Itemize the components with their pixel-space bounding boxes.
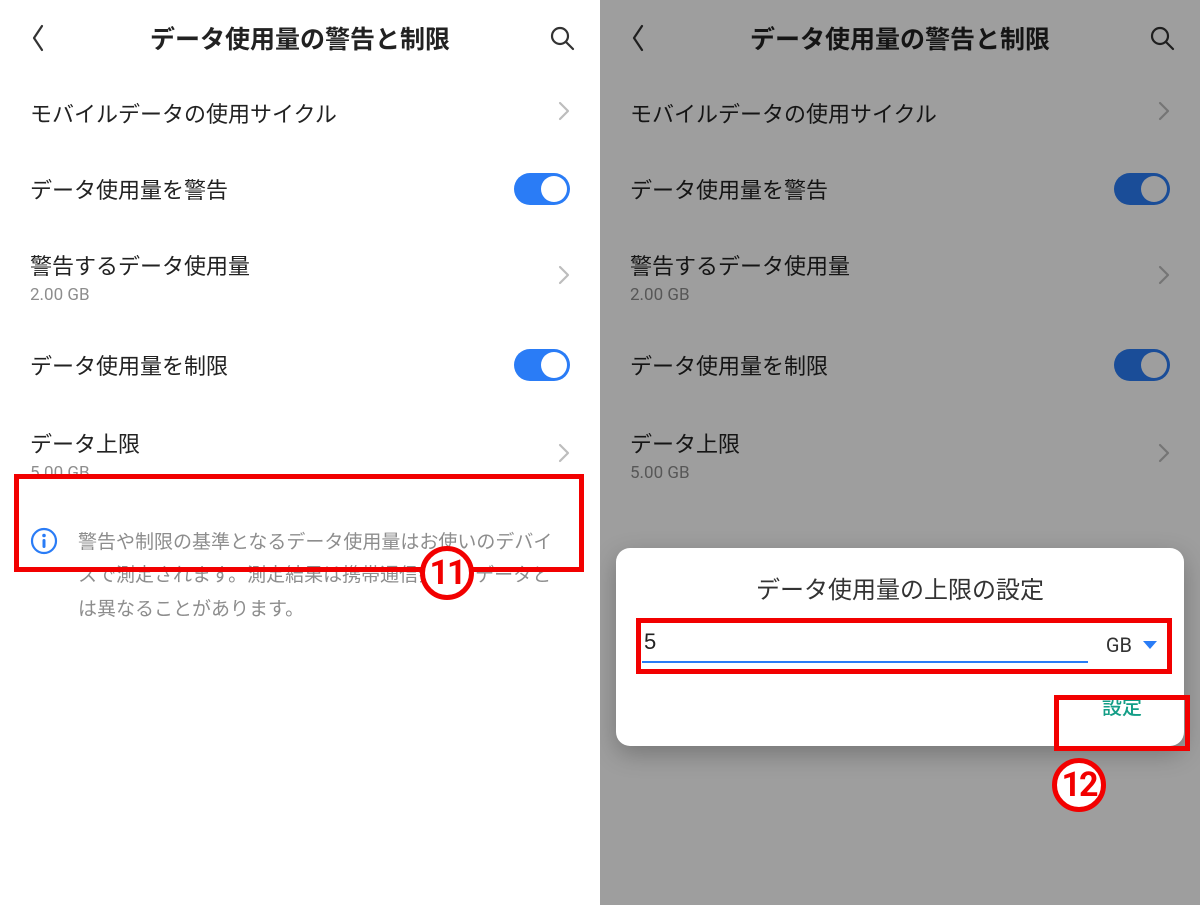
unit-dropdown[interactable]: GB: [1106, 633, 1158, 663]
row-limit-toggle: データ使用量を制限: [0, 327, 600, 403]
row-cycle[interactable]: モバイルデータの使用サイクル: [0, 75, 600, 151]
confirm-button[interactable]: 設定: [1086, 683, 1158, 728]
row-warn-amount-title: 警告するデータ使用量: [30, 249, 558, 281]
page-title: データ使用量の警告と制限: [58, 20, 542, 56]
row-warn-amount-sub: 2.00 GB: [30, 285, 558, 305]
row-limit[interactable]: データ上限 5.00 GB: [0, 403, 600, 507]
chevron-right-icon: [558, 265, 570, 289]
row-limit-title: データ上限: [30, 427, 558, 459]
right-screen: データ使用量の警告と制限 モバイルデータの使用サイクル データ使用量を警告 警告…: [600, 0, 1200, 905]
row-limit-sub: 5.00 GB: [30, 463, 558, 483]
dropdown-arrow-icon: [1142, 640, 1158, 650]
info-row: 警告や制限の基準となるデータ使用量はお使いのデバイスで測定されます。測定結果は携…: [0, 507, 600, 645]
row-warn-amount[interactable]: 警告するデータ使用量 2.00 GB: [0, 227, 600, 327]
toggle-limit[interactable]: [514, 349, 570, 381]
chevron-right-icon: [558, 101, 570, 125]
row-warn-toggle-title: データ使用量を警告: [30, 173, 514, 205]
modal-backdrop[interactable]: [600, 0, 1200, 905]
unit-label: GB: [1106, 633, 1132, 657]
info-text: 警告や制限の基準となるデータ使用量はお使いのデバイスで測定されます。測定結果は携…: [78, 525, 570, 625]
search-icon: [549, 25, 575, 51]
dialog-title: データ使用量の上限の設定: [642, 570, 1158, 605]
toggle-warn[interactable]: [514, 173, 570, 205]
limit-value-input[interactable]: [642, 623, 1088, 663]
back-button[interactable]: [18, 24, 58, 52]
chevron-left-icon: [30, 24, 46, 52]
data-limit-dialog: データ使用量の上限の設定 GB 設定: [616, 548, 1184, 746]
chevron-right-icon: [558, 443, 570, 467]
info-icon: [30, 525, 58, 625]
left-screen: データ使用量の警告と制限 モバイルデータの使用サイクル データ使用量を警告 警告…: [0, 0, 600, 905]
row-limit-toggle-title: データ使用量を制限: [30, 349, 514, 381]
search-button[interactable]: [542, 25, 582, 51]
header: データ使用量の警告と制限: [0, 0, 600, 75]
row-warn-toggle: データ使用量を警告: [0, 151, 600, 227]
row-cycle-title: モバイルデータの使用サイクル: [30, 97, 558, 129]
